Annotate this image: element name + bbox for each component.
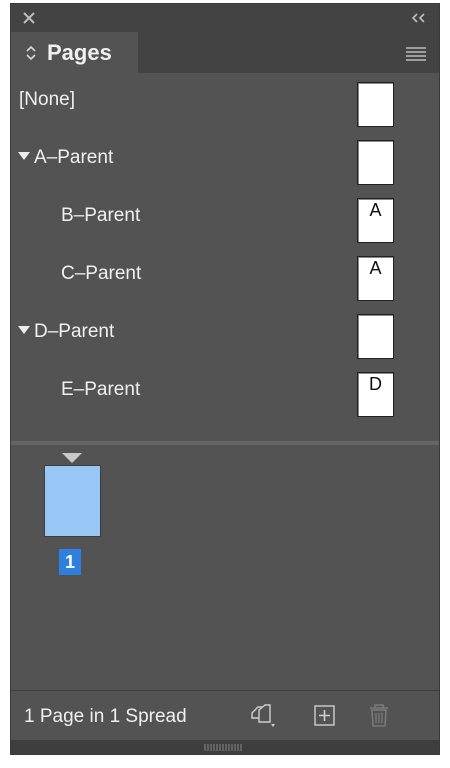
- expand-triangle-icon[interactable]: [18, 326, 30, 334]
- parent-letter: A: [369, 258, 382, 278]
- parent-letter: D: [369, 374, 382, 394]
- close-icon[interactable]: [22, 11, 36, 25]
- status-text: 1 Page in 1 Spread: [24, 706, 187, 727]
- parent-name: [None]: [19, 89, 75, 110]
- parent-name: B–Parent: [61, 205, 141, 226]
- parent-name: A–Parent: [34, 147, 114, 168]
- parent-thumbnail[interactable]: A: [357, 198, 394, 243]
- parent-thumbnail[interactable]: [357, 314, 394, 359]
- parent-row-d[interactable]: D–Parent: [11, 305, 439, 363]
- tab-label: Pages: [47, 40, 112, 65]
- tab-pages[interactable]: Pages: [11, 32, 138, 73]
- panel-titlebar: [11, 4, 439, 32]
- hamburger-menu-icon[interactable]: [405, 45, 427, 61]
- panel-tab-row: Pages: [11, 32, 439, 73]
- parent-thumbnail[interactable]: D: [357, 372, 394, 417]
- parent-row-c[interactable]: C–Parent A: [11, 247, 439, 305]
- new-page-icon[interactable]: [311, 702, 339, 728]
- parent-row-b[interactable]: B–Parent A: [11, 189, 439, 247]
- expand-triangle-icon[interactable]: [18, 152, 30, 160]
- up-down-arrows-icon[interactable]: [25, 44, 37, 62]
- spread-marker-icon: [62, 453, 82, 463]
- parent-name: E–Parent: [61, 379, 141, 400]
- parent-thumbnail[interactable]: A: [357, 256, 394, 301]
- trash-icon[interactable]: [365, 702, 393, 728]
- parent-pages-list: [None] A–Parent B–Parent A C–Parent A D–…: [11, 73, 439, 441]
- panel-footer: 1 Page in 1 Spread: [11, 690, 439, 740]
- parent-name: C–Parent: [61, 263, 142, 284]
- pages-panel: Pages [None] A–Parent B–Parent A C–Paren…: [10, 3, 440, 755]
- parent-letter: A: [369, 200, 382, 220]
- page-number[interactable]: 1: [59, 549, 81, 575]
- resize-bar[interactable]: [11, 740, 439, 754]
- parent-row-a[interactable]: A–Parent: [11, 131, 439, 189]
- parent-row-none[interactable]: [None]: [11, 73, 439, 131]
- edit-page-size-icon[interactable]: [249, 702, 277, 728]
- parent-name: D–Parent: [34, 321, 115, 342]
- resize-grip-icon[interactable]: [204, 744, 244, 751]
- parent-thumbnail[interactable]: [357, 82, 394, 127]
- pages-spread-area: 1: [11, 445, 439, 690]
- parent-thumbnail[interactable]: [357, 140, 394, 185]
- parent-row-e[interactable]: E–Parent D: [11, 363, 439, 421]
- double-chevron-left-icon[interactable]: [408, 11, 428, 25]
- page-thumbnail[interactable]: [44, 465, 101, 537]
